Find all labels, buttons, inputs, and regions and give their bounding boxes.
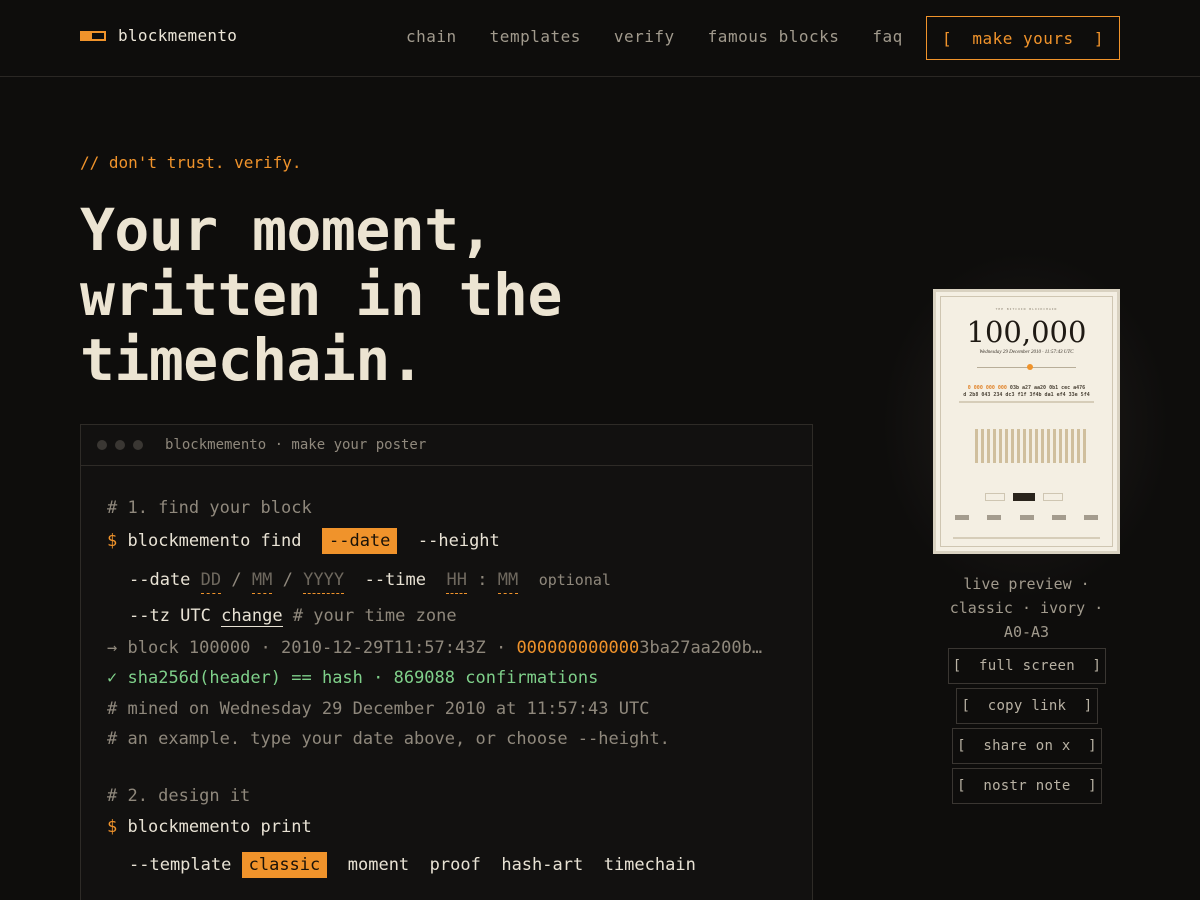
date-label: --date bbox=[129, 570, 191, 590]
hero-headline: Your moment, written in the timechain. bbox=[80, 198, 562, 393]
headline-line: written in the bbox=[80, 261, 562, 329]
brand-name: blockmemento bbox=[118, 26, 238, 45]
poster-frame: THE BITCOIN BLOCKCHAIN 100,000 Wednesday… bbox=[940, 296, 1113, 547]
prompt-symbol: $ bbox=[107, 531, 118, 551]
poster-date: Wednesday 29 December 2010 · 11:57:43 UT… bbox=[979, 350, 1074, 355]
template-option-proof[interactable]: proof bbox=[430, 855, 481, 875]
caption-line: A0-A3 bbox=[1003, 623, 1050, 641]
poster-block-number: 100,000 bbox=[966, 315, 1087, 349]
terminal-title: blockmemento · make your poster bbox=[165, 437, 427, 453]
option-height-toggle[interactable]: --height bbox=[418, 531, 500, 551]
bitcoin-coin-icon bbox=[1027, 364, 1033, 370]
month-input[interactable]: MM bbox=[251, 570, 273, 594]
nav-item-chain[interactable]: chain bbox=[406, 27, 457, 46]
hero-kicker: // don't trust. verify. bbox=[80, 153, 302, 172]
window-dot-icon bbox=[133, 440, 143, 450]
caption-line: live preview · bbox=[963, 575, 1090, 593]
verify-text: sha256d(header) == hash · 869088 confirm… bbox=[127, 668, 599, 688]
date-separator: / bbox=[282, 570, 293, 590]
site-header: blockmemento chain templates verify famo… bbox=[0, 0, 1200, 77]
example-comment: # an example. type your date above, or c… bbox=[107, 729, 670, 749]
print-command-line: $ blockmemento print bbox=[107, 817, 312, 837]
timezone-row: --tz UTC change # your time zone bbox=[129, 606, 457, 627]
nav-item-faq[interactable]: faq bbox=[872, 27, 902, 46]
hour-input[interactable]: HH bbox=[446, 570, 467, 594]
nav-item-verify[interactable]: verify bbox=[614, 27, 675, 46]
poster-kicker: THE BITCOIN BLOCKCHAIN bbox=[995, 307, 1058, 311]
block-result-text: block 100000 · 2010-12-29T11:57:43Z · bbox=[127, 638, 517, 658]
arrow-right-icon: → bbox=[107, 638, 118, 658]
hash-rest: 3ba27aa200b… bbox=[639, 638, 763, 658]
template-option-moment[interactable]: moment bbox=[348, 855, 409, 875]
date-time-row: --date DD / MM / YYYY --time HH : MM opt… bbox=[129, 570, 611, 594]
date-separator: / bbox=[231, 570, 242, 590]
nav-item-templates[interactable]: templates bbox=[490, 27, 581, 46]
find-command-line: $ blockmemento find --date --height bbox=[107, 528, 500, 554]
minute-input[interactable]: MM bbox=[497, 570, 519, 594]
share-on-x-button[interactable]: [ share on x ] bbox=[952, 728, 1102, 764]
poster-pill bbox=[1043, 493, 1063, 501]
poster-metadata bbox=[959, 467, 1094, 481]
nostr-note-button[interactable]: [ nostr note ] bbox=[952, 768, 1102, 804]
terminal-titlebar: blockmemento · make your poster bbox=[81, 425, 812, 466]
full-screen-button[interactable]: [ full screen ] bbox=[948, 648, 1106, 684]
verify-line: ✓ sha256d(header) == hash · 869088 confi… bbox=[107, 668, 598, 688]
brand-logo[interactable]: blockmemento bbox=[80, 26, 237, 45]
poster-preview[interactable]: THE BITCOIN BLOCKCHAIN 100,000 Wednesday… bbox=[933, 289, 1120, 554]
poster-hash-zeros: 0 000 000 000 bbox=[967, 385, 1007, 391]
template-label: --template bbox=[129, 855, 232, 875]
mined-comment: # mined on Wednesday 29 December 2010 at… bbox=[107, 699, 650, 719]
find-command: blockmemento find bbox=[127, 531, 302, 551]
print-command: blockmemento print bbox=[127, 817, 312, 837]
window-dot-icon bbox=[115, 440, 125, 450]
make-yours-button[interactable]: [ make yours ] bbox=[926, 16, 1120, 60]
poster-terminal: blockmemento · make your poster # 1. fin… bbox=[80, 424, 813, 900]
poster-fineprint bbox=[959, 401, 1094, 403]
preview-caption: live preview · classic · ivory · A0-A3 bbox=[933, 572, 1120, 644]
hash-leading-zeros: 000000000000 bbox=[516, 638, 640, 658]
tz-label: --tz UTC bbox=[129, 606, 211, 626]
prompt-symbol: $ bbox=[107, 817, 118, 837]
copy-link-button[interactable]: [ copy link ] bbox=[956, 688, 1098, 724]
template-option-classic[interactable]: classic bbox=[241, 852, 328, 878]
tz-comment: # your time zone bbox=[292, 606, 457, 626]
check-icon: ✓ bbox=[107, 668, 118, 688]
option-date-toggle[interactable]: --date bbox=[321, 528, 398, 554]
poster-hash-part: 03b a27 aa20 0b1 cec a476 bbox=[1006, 385, 1086, 391]
headline-line: timechain. bbox=[80, 326, 425, 394]
block-result-line: → block 100000 · 2010-12-29T11:57:43Z · … bbox=[107, 638, 762, 658]
year-input[interactable]: YYYY bbox=[303, 570, 345, 594]
poster-stats bbox=[955, 515, 1098, 525]
time-label: --time bbox=[364, 570, 426, 590]
time-separator: : bbox=[477, 570, 488, 590]
block-logo-icon bbox=[80, 30, 106, 41]
headline-line: Your moment, bbox=[80, 196, 494, 264]
step1-comment: # 1. find your block bbox=[107, 498, 312, 518]
day-input[interactable]: DD bbox=[200, 570, 222, 594]
nav-item-famous-blocks[interactable]: famous blocks bbox=[708, 27, 840, 46]
poster-byte-grid bbox=[975, 429, 1087, 463]
template-option-timechain[interactable]: timechain bbox=[604, 855, 696, 875]
main-nav: chain templates verify famous blocks faq bbox=[406, 27, 903, 46]
window-dot-icon bbox=[97, 440, 107, 450]
step2-comment: # 2. design it bbox=[107, 786, 251, 806]
caption-line: classic · ivory · bbox=[949, 599, 1104, 617]
poster-footer bbox=[953, 537, 1100, 539]
optional-hint: optional bbox=[538, 571, 611, 589]
tz-change-link[interactable]: change bbox=[221, 606, 283, 627]
poster-pill bbox=[985, 493, 1005, 501]
template-row: --template classic moment proof hash-art… bbox=[129, 852, 696, 878]
poster-hash: 0 000 000 000 03b a27 aa20 0b1 cec a476 d… bbox=[951, 385, 1102, 399]
poster-pill bbox=[1013, 493, 1035, 501]
template-option-hash-art[interactable]: hash-art bbox=[501, 855, 583, 875]
poster-hash-part: d 2b8 043 234 dc3 f1f 3f4b da1 ef4 33e 5… bbox=[963, 392, 1090, 398]
